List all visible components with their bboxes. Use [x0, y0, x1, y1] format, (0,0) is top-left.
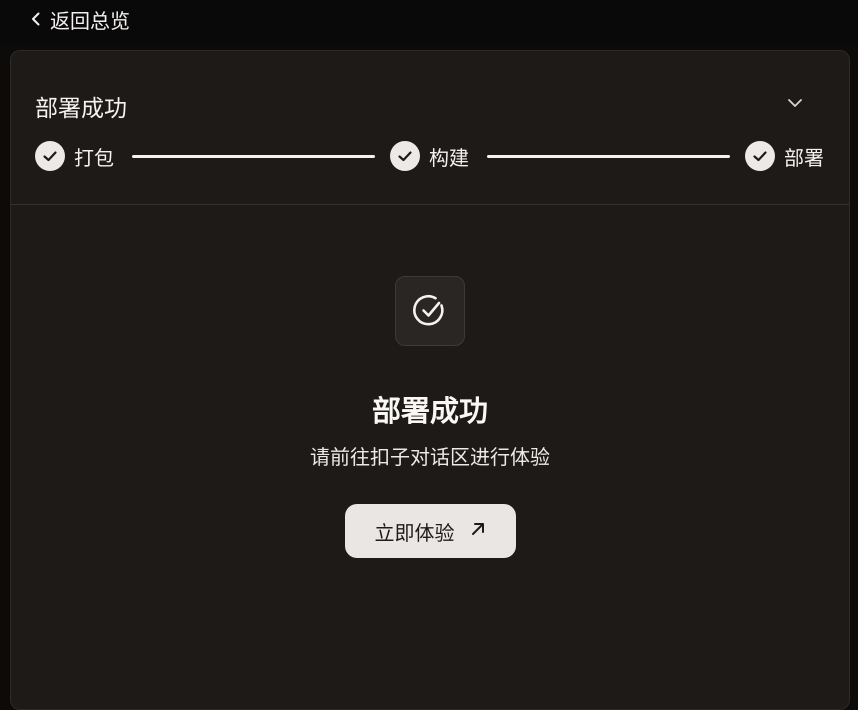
step-label: 构建: [429, 145, 469, 170]
step-deploy: 部署: [745, 140, 824, 172]
card-header: 部署成功 打包 构建 部署: [11, 51, 849, 205]
back-label: 返回总览: [50, 8, 130, 33]
step-connector: [487, 155, 730, 158]
progress-steps: 打包 构建 部署: [35, 140, 827, 172]
success-title: 部署成功: [371, 394, 488, 428]
try-now-label: 立即体验: [374, 520, 455, 545]
check-circle-icon: [395, 276, 465, 346]
check-icon: [745, 141, 775, 171]
top-bar: 返回总览: [0, 0, 858, 44]
step-connector: [132, 155, 375, 158]
chevron-left-icon: [30, 11, 42, 27]
step-package: 打包: [35, 140, 114, 172]
success-subtitle: 请前往扣子对话区进行体验: [310, 445, 550, 469]
back-to-overview-link[interactable]: 返回总览: [30, 5, 130, 33]
check-icon: [35, 141, 65, 171]
chevron-down-icon[interactable]: [783, 91, 807, 115]
step-label: 打包: [74, 145, 114, 170]
arrow-up-right-icon: [469, 519, 487, 543]
deployment-card: 部署成功 打包 构建 部署 部署成功 请前往扣子对话区进行体验 立即体验: [10, 50, 850, 710]
try-now-button[interactable]: 立即体验: [345, 504, 516, 558]
header-title: 部署成功: [35, 96, 127, 122]
check-icon: [390, 141, 420, 171]
step-label: 部署: [784, 145, 824, 170]
step-build: 构建: [390, 140, 469, 172]
